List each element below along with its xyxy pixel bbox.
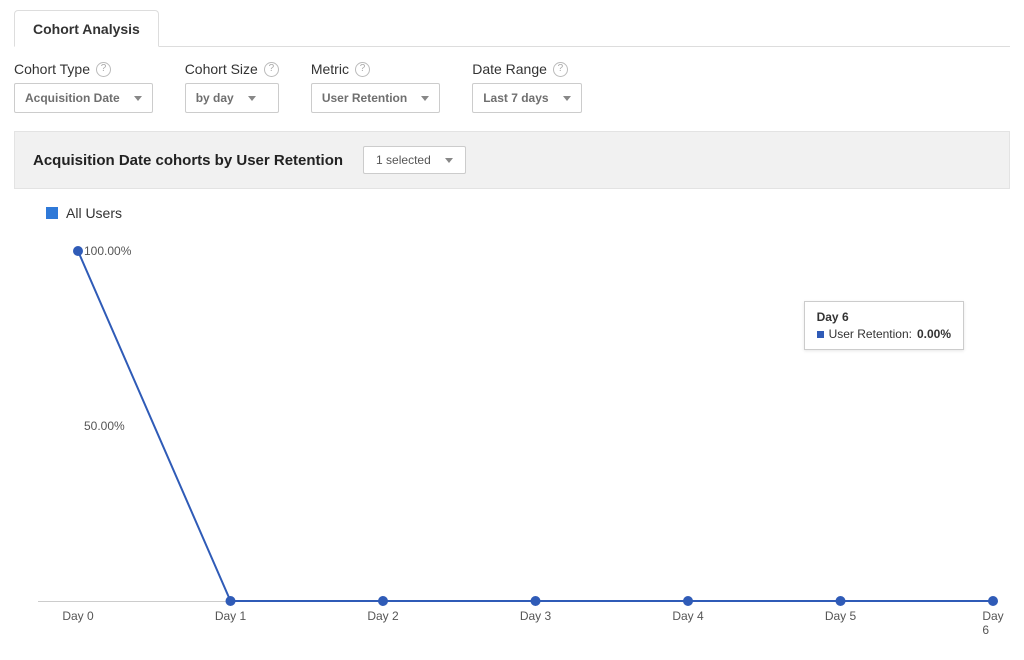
chevron-down-icon: [248, 96, 256, 101]
dropdown-metric[interactable]: User Retention: [311, 83, 440, 113]
filter-metric: Metric ? User Retention: [311, 61, 440, 113]
tab-bar: Cohort Analysis: [14, 10, 1010, 47]
help-icon[interactable]: ?: [355, 62, 370, 77]
filter-label-date-range: Date Range: [472, 61, 547, 77]
legend-series-label: All Users: [66, 205, 122, 221]
chart-point[interactable]: [378, 596, 388, 606]
app-root: Cohort Analysis Cohort Type ? Acquisitio…: [0, 0, 1024, 660]
dropdown-value: Last 7 days: [483, 91, 548, 105]
help-icon[interactable]: ?: [96, 62, 111, 77]
help-icon[interactable]: ?: [553, 62, 568, 77]
chart-plot-area: Day 6 User Retention: 0.00% 100.00%50.00…: [38, 231, 998, 631]
dropdown-value: User Retention: [322, 91, 407, 105]
dropdown-selected-cohorts[interactable]: 1 selected: [363, 146, 466, 174]
chart-point[interactable]: [73, 246, 83, 256]
help-icon[interactable]: ?: [264, 62, 279, 77]
filter-cohort-type: Cohort Type ? Acquisition Date: [14, 61, 153, 113]
section-bar: Acquisition Date cohorts by User Retenti…: [14, 131, 1010, 189]
chevron-down-icon: [421, 96, 429, 101]
filter-cohort-size: Cohort Size ? by day: [185, 61, 279, 113]
dropdown-value: 1 selected: [376, 153, 431, 167]
dropdown-date-range[interactable]: Last 7 days: [472, 83, 581, 113]
filter-label-metric: Metric: [311, 61, 349, 77]
chart-point[interactable]: [836, 596, 846, 606]
filter-row: Cohort Type ? Acquisition Date Cohort Si…: [14, 47, 1010, 131]
chart-point[interactable]: [683, 596, 693, 606]
dropdown-cohort-type[interactable]: Acquisition Date: [14, 83, 153, 113]
dropdown-value: by day: [196, 91, 234, 105]
tab-cohort-analysis[interactable]: Cohort Analysis: [14, 10, 159, 47]
filter-date-range: Date Range ? Last 7 days: [472, 61, 581, 113]
chart-point[interactable]: [226, 596, 236, 606]
chart-point[interactable]: [531, 596, 541, 606]
section-title: Acquisition Date cohorts by User Retenti…: [33, 152, 343, 169]
dropdown-cohort-size[interactable]: by day: [185, 83, 279, 113]
legend-swatch-icon: [46, 207, 58, 219]
chevron-down-icon: [445, 158, 453, 163]
chart-line: [38, 231, 998, 631]
chart-legend: All Users: [22, 205, 1002, 221]
filter-label-cohort-type: Cohort Type: [14, 61, 90, 77]
chevron-down-icon: [134, 96, 142, 101]
dropdown-value: Acquisition Date: [25, 91, 120, 105]
chart-container: All Users Day 6 User Retention: 0.00% 10…: [14, 189, 1010, 631]
chart-point[interactable]: [988, 596, 998, 606]
filter-label-cohort-size: Cohort Size: [185, 61, 258, 77]
chevron-down-icon: [563, 96, 571, 101]
